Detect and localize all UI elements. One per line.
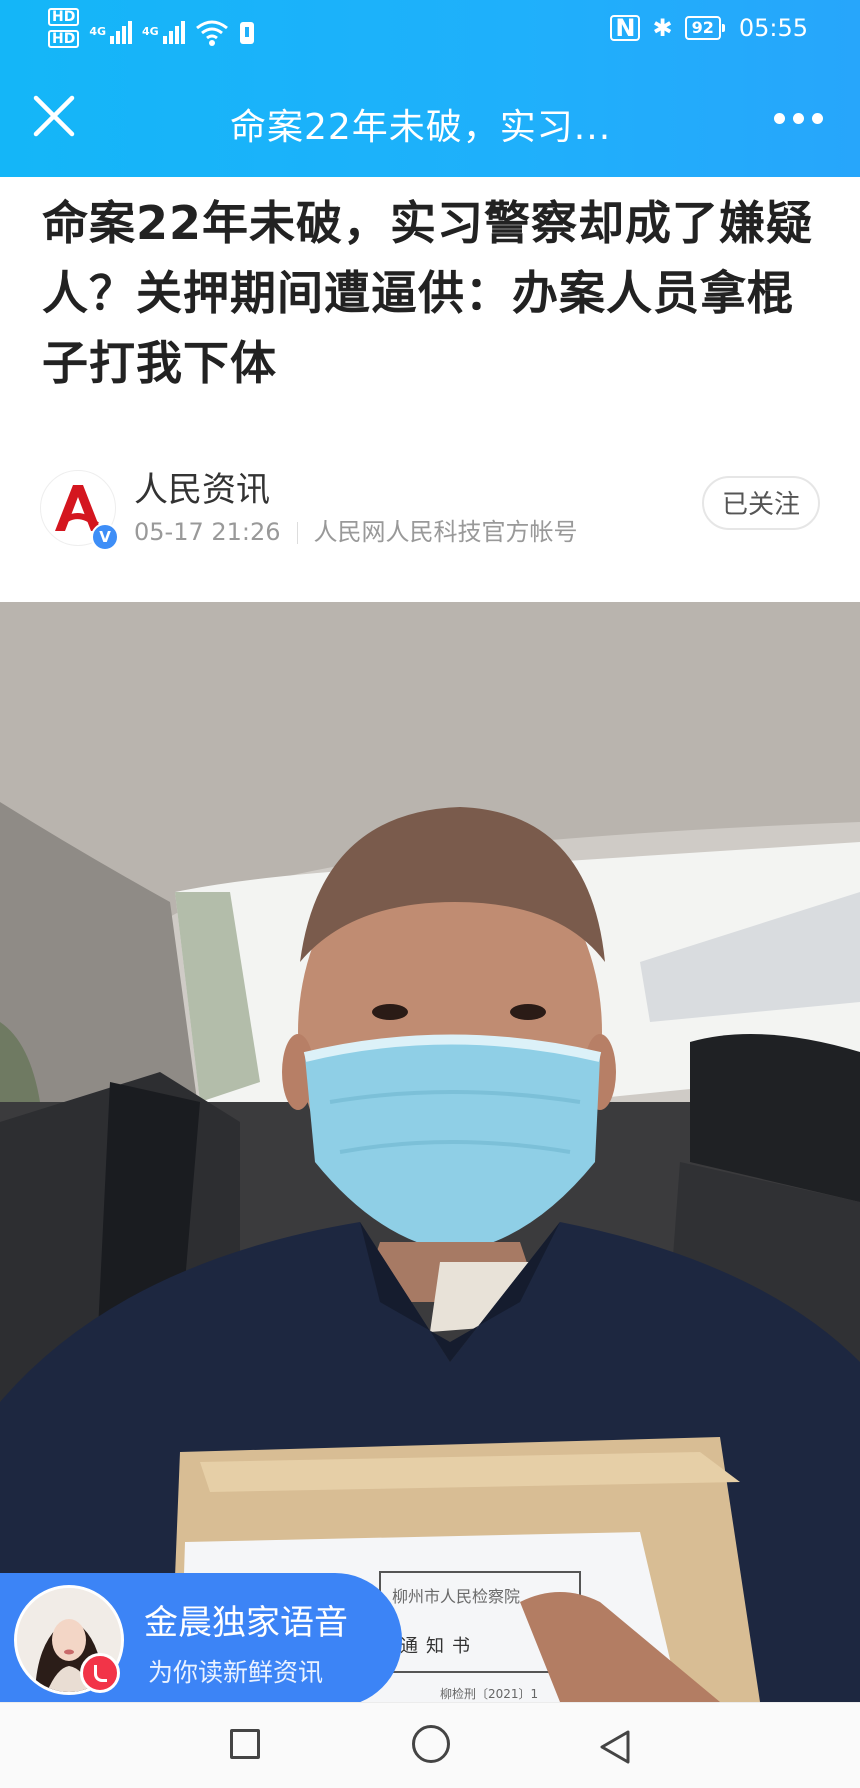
back-button[interactable] xyxy=(598,1729,632,1765)
hd-indicators: HD HD xyxy=(48,8,80,48)
audio-title: 金晨独家语音 xyxy=(144,1603,348,1643)
audio-subtitle: 为你读新鲜资讯 xyxy=(148,1658,324,1687)
nav-title: 命案22年未破，实习... xyxy=(230,107,612,148)
battery-indicator: 92 xyxy=(684,16,726,40)
bluetooth-icon: ✱ xyxy=(652,14,673,42)
author-row: V 人民资讯 05-17 21:26 人民网人民科技官方帐号 已关注 xyxy=(40,462,820,551)
photo-illustration: 柳州市人民检察院 通知书 柳检刑〔2021〕1 xyxy=(0,602,860,1702)
more-dot-icon xyxy=(793,112,804,124)
author-meta: 05-17 21:26 人民网人民科技官方帐号 xyxy=(134,512,578,547)
close-icon xyxy=(33,95,75,137)
publish-date: 05-17 21:26 xyxy=(134,518,281,546)
hd-badge-2: HD xyxy=(48,30,80,48)
more-dot-icon xyxy=(774,112,785,124)
top-header: HD HD 4G 4G N ✱ 92 05:55 命案22年未破，实习... xyxy=(0,0,860,177)
status-left: HD HD 4G 4G xyxy=(48,8,255,48)
home-button[interactable] xyxy=(412,1725,450,1763)
author-avatar[interactable]: V xyxy=(40,470,119,551)
signal-2-icon: 4G xyxy=(142,16,185,44)
audio-playing-icon xyxy=(80,1653,120,1693)
article-photo: 柳州市人民检察院 通知书 柳检刑〔2021〕1 xyxy=(0,602,860,1702)
nfc-icon: N xyxy=(610,15,641,41)
meta-divider xyxy=(296,522,298,544)
follow-button[interactable]: 已关注 xyxy=(702,476,820,530)
hd-badge-1: HD xyxy=(48,8,80,26)
verified-badge-icon: V xyxy=(91,523,119,551)
system-nav-bar xyxy=(0,1702,860,1788)
network-type-1: 4G xyxy=(89,25,107,38)
more-button[interactable] xyxy=(774,98,834,138)
document-text-3: 柳检刑〔2021〕1 xyxy=(440,1686,538,1701)
document-text-2: 通知书 xyxy=(400,1636,478,1657)
account-description: 人民网人民科技官方帐号 xyxy=(313,518,578,546)
status-bar: HD HD 4G 4G N ✱ 92 05:55 xyxy=(0,0,860,60)
audio-reader-card[interactable]: 金晨独家语音 为你读新鲜资讯 xyxy=(0,1573,402,1707)
nav-bar: 命案22年未破，实习... xyxy=(0,64,860,164)
author-name[interactable]: 人民资讯 xyxy=(134,462,270,511)
article-title: 命案22年未破，实习警察却成了嫌疑人？关押期间遭逼供：办案人员拿棍子打我下体 xyxy=(42,196,814,390)
status-right: N ✱ 92 05:55 xyxy=(610,14,808,42)
wifi-icon xyxy=(195,20,228,46)
recent-apps-button[interactable] xyxy=(230,1729,260,1759)
back-triangle-icon xyxy=(600,1730,630,1764)
close-button[interactable] xyxy=(30,92,78,140)
storage-icon xyxy=(239,22,254,44)
signal-1-icon: 4G xyxy=(89,16,133,44)
network-type-2: 4G xyxy=(142,25,159,38)
more-dot-icon xyxy=(812,112,823,124)
document-text-1: 柳州市人民检察院 xyxy=(392,1587,520,1606)
clock: 05:55 xyxy=(738,14,808,42)
